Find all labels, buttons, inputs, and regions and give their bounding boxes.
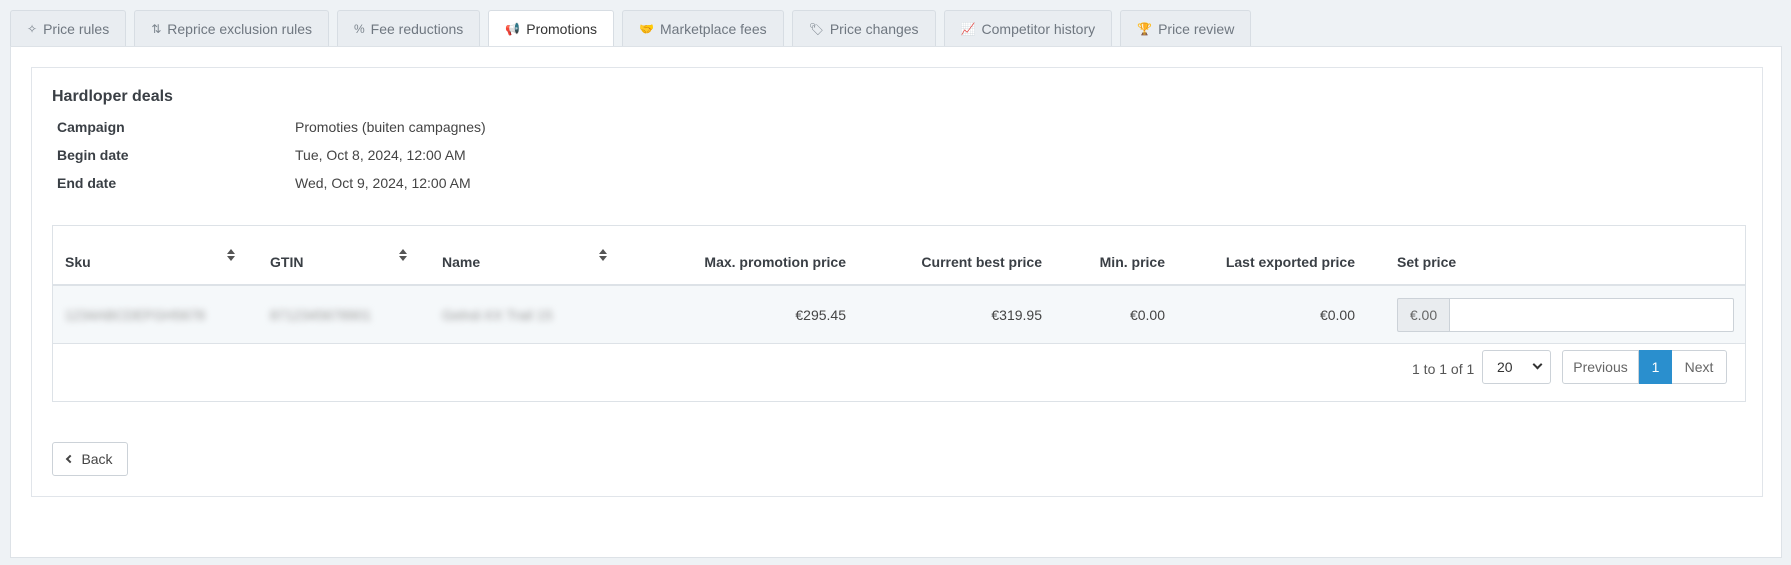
chevron-down-icon	[1532, 359, 1543, 370]
current-page-button[interactable]: 1	[1639, 350, 1672, 384]
column-header-last-exported-price: Last exported price	[1225, 254, 1355, 270]
sparkle-icon: ✧	[27, 22, 38, 36]
back-button[interactable]: Back	[52, 442, 128, 476]
tab-marketplace-fees[interactable]: 🤝 Marketplace fees	[622, 10, 784, 47]
previous-page-button[interactable]: Previous	[1562, 350, 1639, 384]
tab-label: Price review	[1158, 21, 1235, 37]
set-price-group: €.00	[1397, 298, 1734, 332]
line-chart-icon: 📈	[960, 22, 976, 36]
column-header-current-best-price: Current best price	[921, 254, 1042, 270]
set-price-input[interactable]	[1449, 298, 1734, 332]
handshake-icon: 🤝	[639, 22, 654, 36]
tab-promotions[interactable]: 📢 Promotions	[488, 10, 615, 47]
info-label: Begin date	[57, 147, 129, 163]
column-header-sku[interactable]: Sku	[65, 254, 91, 270]
cell-min-price: €0.00	[1129, 307, 1165, 323]
chevron-left-icon	[66, 454, 75, 464]
sort-icon[interactable]	[226, 248, 236, 262]
tab-reprice-exclusion-rules[interactable]: ⇅ Reprice exclusion rules	[134, 10, 329, 47]
pagination: Previous 1 Next	[1562, 350, 1727, 384]
promotion-card: Hardloper deals Campaign Promoties (buit…	[31, 67, 1763, 497]
info-label: Campaign	[57, 119, 125, 135]
tab-bar: ✧ Price rules ⇅ Reprice exclusion rules …	[10, 10, 1259, 47]
cell-max-promotion-price: €295.45	[795, 307, 846, 323]
table-row: 1234ABCDEFGH5678 8712345678901 Gelnd-XX …	[53, 286, 1745, 344]
table-header: Sku GTIN Name Max. promotion price Curre…	[53, 226, 1745, 286]
column-header-gtin[interactable]: GTIN	[270, 254, 303, 270]
info-value: Tue, Oct 8, 2024, 12:00 AM	[295, 147, 466, 163]
column-header-set-price: Set price	[1397, 254, 1457, 270]
cell-gtin: 8712345678901	[270, 307, 372, 323]
page-size-value: 20	[1497, 359, 1513, 375]
column-header-max-promotion-price: Max. promotion price	[704, 254, 846, 270]
tab-fee-reductions[interactable]: % Fee reductions	[337, 10, 481, 47]
tab-price-review[interactable]: 🏆 Price review	[1120, 10, 1252, 47]
back-button-label: Back	[81, 451, 113, 467]
tab-label: Reprice exclusion rules	[167, 21, 312, 37]
currency-addon: €.00	[1397, 298, 1449, 332]
sort-icon[interactable]	[398, 248, 408, 262]
tab-label: Promotions	[526, 21, 598, 37]
tab-label: Fee reductions	[370, 21, 464, 37]
products-table: Sku GTIN Name Max. promotion price Curre…	[52, 225, 1746, 402]
cell-name: Gelnd-XX Trail 15	[442, 307, 553, 323]
info-value: Wed, Oct 9, 2024, 12:00 AM	[295, 175, 471, 191]
cell-current-best-price: €319.95	[991, 307, 1042, 323]
info-value: Promoties (buiten campagnes)	[295, 119, 486, 135]
cell-last-exported-price: €0.00	[1319, 307, 1355, 323]
info-label: End date	[57, 175, 117, 191]
percent-icon: %	[354, 22, 365, 36]
sort-icon[interactable]	[598, 248, 608, 262]
column-header-min-price: Min. price	[1099, 254, 1165, 270]
sort-arrows-icon: ⇅	[151, 22, 162, 36]
tab-label: Competitor history	[981, 21, 1096, 37]
promotion-title: Hardloper deals	[52, 88, 173, 105]
next-page-button[interactable]: Next	[1672, 350, 1727, 384]
megaphone-icon: 📢	[505, 22, 521, 36]
column-header-name[interactable]: Name	[442, 254, 480, 270]
tab-label: Price changes	[829, 21, 919, 37]
tab-panel: Hardloper deals Campaign Promoties (buit…	[10, 46, 1782, 558]
tab-competitor-history[interactable]: 📈 Competitor history	[943, 10, 1113, 47]
tab-label: Price rules	[43, 21, 110, 37]
tab-price-rules[interactable]: ✧ Price rules	[10, 10, 127, 47]
tab-price-changes[interactable]: 🏷 Price changes	[791, 10, 936, 47]
pagination-info: 1 to 1 of 1	[1412, 361, 1475, 377]
tab-label: Marketplace fees	[660, 21, 767, 37]
tag-icon: 🏷	[808, 22, 824, 36]
page-size-select[interactable]: 20	[1482, 350, 1551, 384]
trophy-icon: 🏆	[1137, 22, 1153, 36]
cell-sku: 1234ABCDEFGH5678	[65, 307, 206, 323]
